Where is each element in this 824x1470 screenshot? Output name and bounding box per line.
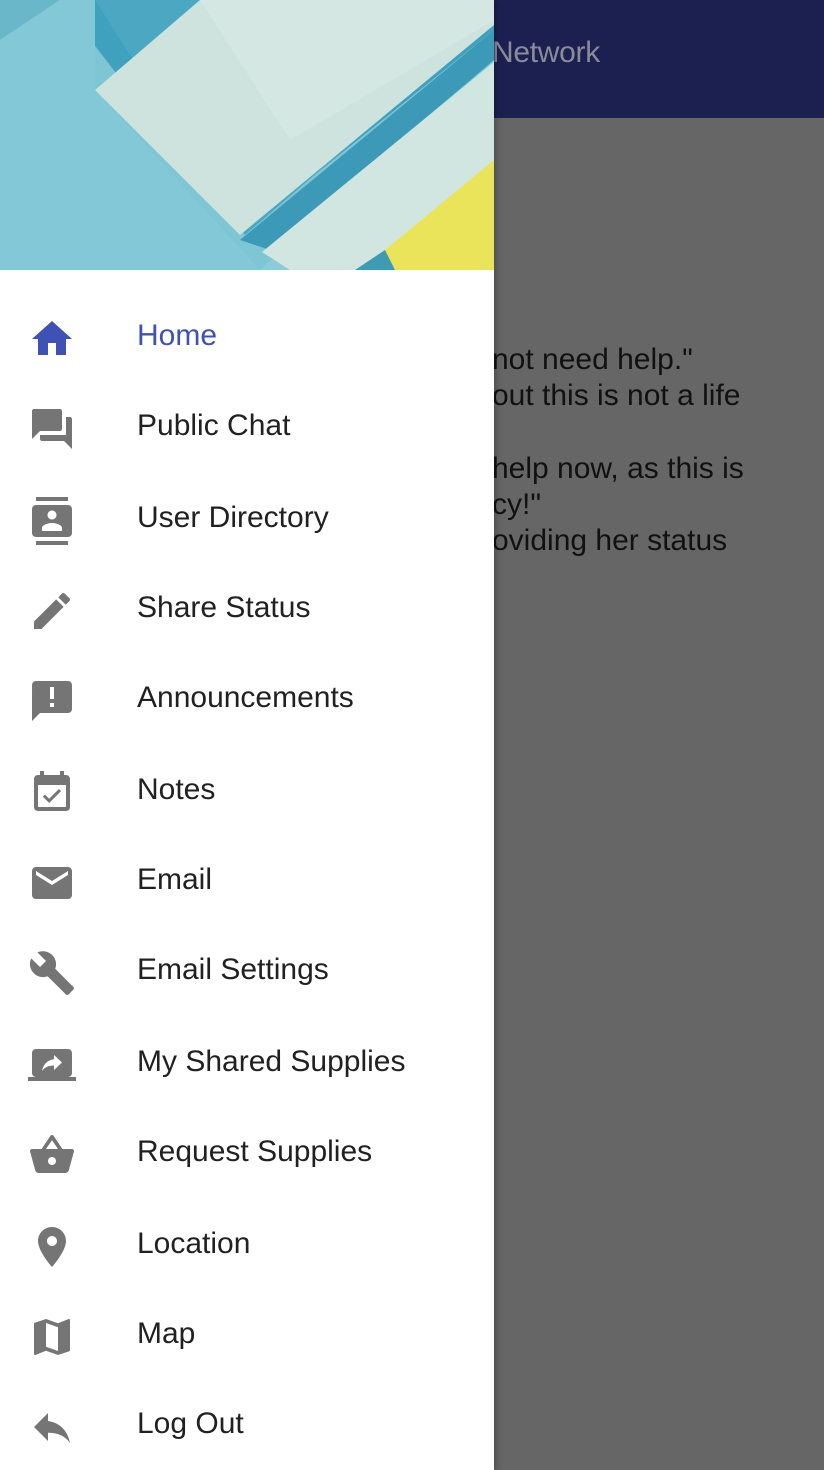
menu-item-label: My Shared Supplies xyxy=(137,1045,406,1078)
menu-item-label: Notes xyxy=(137,773,216,806)
menu-item-label: Announcements xyxy=(137,681,354,714)
home-icon xyxy=(28,315,76,363)
menu-item-label: Log Out xyxy=(137,1407,244,1440)
menu-item-label: Location xyxy=(137,1227,251,1260)
menu-item-share-status[interactable]: Share Status xyxy=(0,562,494,652)
menu-item-user-directory[interactable]: User Directory xyxy=(0,472,494,562)
menu-item-public-chat[interactable]: Public Chat xyxy=(0,380,494,470)
drawer-header-image xyxy=(0,0,494,270)
content-line: help now, as this is xyxy=(492,452,744,485)
menu-item-location[interactable]: Location xyxy=(0,1198,494,1288)
content-line: cy!" xyxy=(492,488,541,521)
menu-item-map[interactable]: Map xyxy=(0,1288,494,1378)
menu-item-home[interactable]: Home xyxy=(0,290,494,380)
reply-icon xyxy=(28,1403,76,1451)
menu-item-my-shared-supplies[interactable]: My Shared Supplies xyxy=(0,1016,494,1106)
screen-share-icon xyxy=(28,1041,76,1089)
menu-item-label: User Directory xyxy=(137,501,329,534)
map-icon xyxy=(28,1313,76,1361)
menu-item-email[interactable]: Email xyxy=(0,834,494,924)
contacts-icon xyxy=(28,497,76,545)
menu-item-request-supplies[interactable]: Request Supplies xyxy=(0,1106,494,1196)
content-line: out this is not a life xyxy=(492,379,741,412)
location-pin-icon xyxy=(28,1223,76,1271)
content-line: oviding her status xyxy=(492,524,728,557)
navigation-drawer: Home Public Chat User Directory Share St… xyxy=(0,0,494,1470)
content-line: not need help." xyxy=(492,343,693,376)
menu-item-label: Request Supplies xyxy=(137,1135,373,1168)
app-title: Network xyxy=(492,36,600,69)
menu-item-label: Email Settings xyxy=(137,953,329,986)
announcement-icon xyxy=(28,677,76,725)
menu-item-log-out[interactable]: Log Out xyxy=(0,1378,494,1468)
pencil-icon xyxy=(28,587,76,635)
menu-item-notes[interactable]: Notes xyxy=(0,744,494,834)
menu-item-label: Map xyxy=(137,1317,196,1350)
mail-icon xyxy=(28,859,76,907)
forum-icon xyxy=(28,405,76,453)
menu-item-label: Share Status xyxy=(137,591,311,624)
calendar-check-icon xyxy=(28,769,76,817)
menu-item-label: Public Chat xyxy=(137,409,291,442)
menu-item-announcements[interactable]: Announcements xyxy=(0,652,494,742)
basket-icon xyxy=(28,1131,76,1179)
menu-item-email-settings[interactable]: Email Settings xyxy=(0,924,494,1014)
wrench-icon xyxy=(28,949,76,997)
menu-item-label: Home xyxy=(137,319,218,352)
menu-item-label: Email xyxy=(137,863,213,896)
